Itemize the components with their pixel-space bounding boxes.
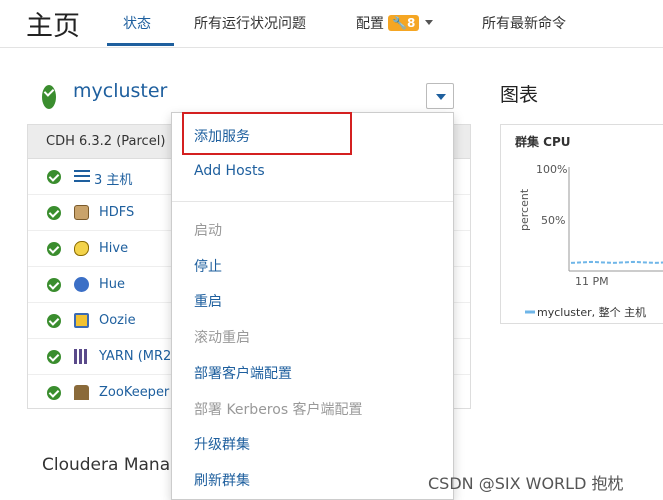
tab-status[interactable]: 状态 [123,13,151,33]
chevron-down-icon [425,20,434,25]
service-label[interactable]: Oozie [99,313,136,328]
zookeeper-icon [74,385,89,400]
cloudera-manager-title: Cloudera Mana [42,455,171,475]
service-label[interactable]: YARN (MR2 [99,349,171,364]
tab-all-recent-commands[interactable]: 所有最新命令 [482,13,566,33]
add-service-highlight [182,112,352,155]
hue-icon [74,277,89,292]
status-ok-icon [47,314,61,328]
tab-configuration-label: 配置 [356,16,384,32]
active-tab-indicator [107,43,174,46]
page-title: 主页 [26,11,80,42]
top-nav: 主页 状态 所有运行状况问题 配置 🔧8 所有最新命令 [0,0,663,48]
menu-item-add-hosts[interactable]: Add Hosts [194,163,265,179]
chart-ylabel: percent [518,188,531,231]
x-tick-11pm: 11 PM [575,275,609,288]
service-label[interactable]: 3 主机 [94,169,132,188]
series-line-0 [570,260,663,264]
status-ok-icon [47,170,61,184]
menu-item-deploy-client-config[interactable]: 部署客户端配置 [194,363,292,383]
menu-item-upgrade-cluster[interactable]: 升级群集 [194,434,250,454]
charts-section-title: 图表 [500,84,539,106]
cluster-actions-dropdown-button[interactable] [426,83,454,109]
cluster-name-link[interactable]: mycluster [73,80,167,102]
menu-item-refresh-cluster[interactable]: 刷新群集 [194,470,250,490]
list-icon [74,169,90,183]
menu-divider [172,201,453,202]
status-ok-icon [47,350,61,364]
status-ok-icon [47,278,61,292]
status-ok-icon [47,242,61,256]
cluster-ok-icon [42,85,56,109]
series-layer [570,260,663,264]
menu-item-rolling-restart: 滚动重启 [194,330,250,346]
status-ok-icon [47,386,61,400]
status-ok-icon [47,206,61,220]
y-tick-50: 50% [541,214,565,227]
menu-item-stop[interactable]: 停止 [194,256,222,276]
cluster-actions-menu: 添加服务 Add Hosts 启动 停止 重启 滚动重启 部署客户端配置 部署 … [171,112,454,500]
config-issues-count: 8 [406,16,416,30]
menu-item-deploy-kerberos-config: 部署 Kerberos 客户端配置 [194,402,363,418]
chart-legend-label: mycluster, 整个 主机 [537,305,646,319]
service-label[interactable]: Hive [99,241,128,256]
tab-configuration[interactable]: 配置 🔧8 [356,13,434,33]
watermark: CSDN @SIX WORLD 抱枕 [428,474,624,493]
service-label[interactable]: HDFS [99,205,134,220]
menu-item-restart[interactable]: 重启 [194,291,222,311]
cluster-cpu-chart: percent 100% 50% 11 PM mycluster, 整个 主机 [518,163,663,319]
hdfs-icon [74,205,89,220]
y-tick-100: 100% [536,163,567,176]
menu-item-start: 启动 [194,223,222,239]
service-label[interactable]: Hue [99,277,125,292]
config-issues-badge: 🔧8 [388,15,420,31]
oozie-icon [74,313,89,328]
tab-all-health-issues[interactable]: 所有运行状况问题 [194,13,306,33]
service-label[interactable]: ZooKeeper [99,385,169,400]
yarn-icon [74,349,89,364]
cluster-cpu-chart-card: 群集 CPU percent 100% 50% 11 PM mycluster,… [500,124,663,324]
hive-icon [74,241,89,256]
